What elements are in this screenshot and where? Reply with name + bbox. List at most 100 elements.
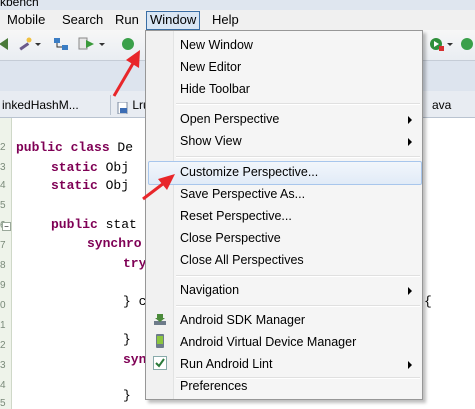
submenu-arrow-icon bbox=[408, 287, 412, 295]
line-number: 5 bbox=[0, 398, 6, 409]
code-text: Obj bbox=[97, 160, 130, 175]
menu-item-label: Run Android Lint bbox=[180, 357, 273, 371]
menu-item-label: Customize Perspective... bbox=[180, 165, 319, 179]
tab-java[interactable]: ava bbox=[428, 95, 455, 115]
line-number: 5 bbox=[0, 200, 6, 211]
submenu-arrow-icon bbox=[408, 116, 412, 124]
line-number-gutter: 2 3 4 5 6 7 8 9 0 1 2 3 4 5 bbox=[0, 118, 12, 409]
code-line: try bbox=[123, 256, 146, 271]
code-line: static Obj bbox=[51, 160, 129, 175]
code-line: synchro bbox=[87, 236, 142, 251]
menu-separator bbox=[176, 103, 420, 105]
menu-item-label: Android Virtual Device Manager bbox=[180, 335, 357, 349]
code-fragment: { bbox=[424, 294, 432, 309]
menu-item-android-avd-manager[interactable]: Android Virtual Device Manager bbox=[148, 331, 420, 353]
code-keyword: syn bbox=[123, 352, 147, 367]
code-text: De bbox=[109, 140, 134, 155]
menu-separator bbox=[176, 275, 420, 277]
line-number: 4 bbox=[0, 180, 6, 191]
wand-icon[interactable] bbox=[16, 36, 34, 52]
checkmark-icon bbox=[153, 356, 167, 370]
toolbar-back-icon[interactable] bbox=[0, 36, 14, 52]
chevron-down-icon[interactable] bbox=[446, 36, 454, 52]
menu-item-label: Close All Perspectives bbox=[180, 253, 304, 267]
menu-search[interactable]: Search bbox=[59, 12, 106, 28]
window-title-bar: kbench bbox=[0, 0, 475, 10]
menu-item-new-window[interactable]: New Window bbox=[148, 34, 420, 56]
tab-label: ava bbox=[432, 98, 452, 112]
menu-item-label: Show View bbox=[180, 134, 242, 148]
menu-separator bbox=[176, 156, 420, 158]
line-number: 8 bbox=[0, 260, 6, 271]
menu-item-hide-toolbar[interactable]: Hide Toolbar bbox=[148, 78, 420, 100]
menu-item-label: Save Perspective As... bbox=[180, 187, 306, 201]
code-text: } bbox=[123, 388, 131, 403]
code-keyword: public bbox=[51, 217, 98, 232]
code-text: Obj bbox=[97, 178, 130, 193]
menu-item-customize-perspective[interactable]: Customize Perspective... bbox=[148, 161, 422, 185]
menu-item-label: New Editor bbox=[180, 60, 242, 74]
chevron-down-icon[interactable] bbox=[34, 36, 42, 52]
menu-item-run-android-lint[interactable]: Run Android Lint bbox=[148, 353, 420, 375]
download-icon bbox=[153, 312, 167, 326]
menu-item-reset-perspective[interactable]: Reset Perspective... bbox=[148, 205, 420, 227]
menu-bar: Mobile Search Run Window Help bbox=[0, 10, 475, 30]
menu-item-label: Preferences bbox=[180, 379, 248, 393]
code-line: public stat bbox=[51, 217, 137, 232]
menu-item-label: Hide Toolbar bbox=[180, 82, 250, 96]
menu-item-close-perspective[interactable]: Close Perspective bbox=[148, 227, 420, 249]
menu-item-new-editor[interactable]: New Editor bbox=[148, 56, 420, 78]
menu-run[interactable]: Run bbox=[112, 12, 142, 28]
menu-item-label: Android SDK Manager bbox=[180, 313, 306, 327]
code-keyword: static bbox=[51, 160, 98, 175]
menu-separator bbox=[176, 305, 420, 307]
menu-item-preferences[interactable]: Preferences bbox=[148, 375, 420, 397]
menu-item-label: Close Perspective bbox=[180, 231, 281, 245]
line-number: 1 bbox=[0, 320, 6, 331]
code-text: } c bbox=[123, 294, 147, 309]
line-number: 4 bbox=[0, 380, 6, 391]
menu-item-open-perspective[interactable]: Open Perspective bbox=[148, 108, 420, 130]
menu-mobile[interactable]: Mobile bbox=[4, 12, 48, 28]
line-number: 0 bbox=[0, 300, 6, 311]
menu-help[interactable]: Help bbox=[209, 12, 242, 28]
line-number: 7 bbox=[0, 240, 6, 251]
menu-item-label: Navigation bbox=[180, 283, 240, 297]
code-line: } c bbox=[123, 294, 146, 309]
menu-item-save-perspective-as[interactable]: Save Perspective As... bbox=[148, 183, 420, 205]
code-keyword: try bbox=[123, 256, 147, 271]
run-play-icon[interactable] bbox=[78, 36, 96, 52]
tab-linkedhashmap[interactable]: inkedHashM... bbox=[0, 95, 83, 115]
line-number: 3 bbox=[0, 360, 6, 371]
submenu-arrow-icon bbox=[408, 361, 412, 369]
menu-item-close-all-perspectives[interactable]: Close All Perspectives bbox=[148, 249, 420, 271]
code-line: static Obj bbox=[51, 178, 129, 193]
menu-item-android-sdk-manager[interactable]: Android SDK Manager bbox=[148, 309, 420, 331]
fold-toggle-icon[interactable]: − bbox=[2, 222, 11, 231]
menu-item-navigation[interactable]: Navigation bbox=[148, 279, 420, 301]
menu-window[interactable]: Window bbox=[146, 11, 201, 30]
globe-icon[interactable] bbox=[458, 36, 475, 52]
line-number: 2 bbox=[0, 340, 6, 351]
code-text: } bbox=[123, 332, 131, 347]
menu-item-label: New Window bbox=[180, 38, 253, 52]
submenu-arrow-icon bbox=[408, 138, 412, 146]
code-line: public class De bbox=[16, 140, 133, 155]
code-keyword: static bbox=[51, 178, 98, 193]
run-config-icon[interactable] bbox=[428, 36, 446, 52]
code-line: syn bbox=[123, 352, 146, 367]
code-line: } bbox=[123, 332, 131, 347]
menu-item-show-view[interactable]: Show View bbox=[148, 130, 420, 152]
android-device-icon bbox=[153, 334, 167, 348]
code-keyword: public class bbox=[16, 140, 110, 155]
line-number: 2 bbox=[0, 142, 6, 153]
window-menu-dropdown: New Window New Editor Hide Toolbar Open … bbox=[145, 30, 423, 400]
code-text: stat bbox=[97, 217, 137, 232]
chevron-down-icon[interactable] bbox=[98, 36, 106, 52]
menu-item-label: Open Perspective bbox=[180, 112, 280, 126]
code-line: } bbox=[123, 388, 131, 403]
globe-icon[interactable] bbox=[120, 36, 138, 52]
hierarchy-icon[interactable] bbox=[52, 36, 70, 52]
line-number: 9 bbox=[0, 280, 6, 291]
line-number: 3 bbox=[0, 162, 6, 173]
